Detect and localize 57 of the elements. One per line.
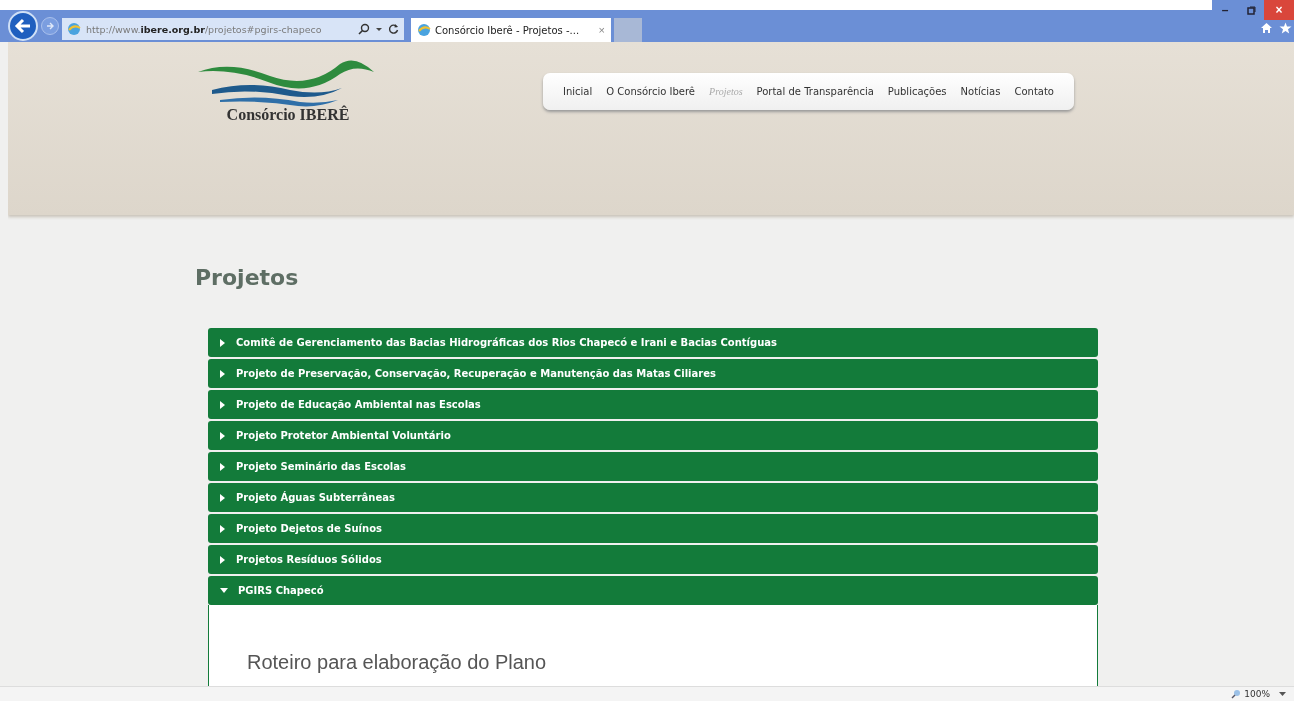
accordion-header[interactable]: Projeto de Educação Ambiental nas Escolas [208, 390, 1098, 419]
search-icon[interactable] [358, 23, 370, 35]
caret-right-icon [220, 431, 226, 440]
accordion-header[interactable]: Projeto Seminário das Escolas [208, 452, 1098, 481]
home-icon[interactable] [1260, 22, 1273, 34]
address-bar[interactable]: http://www.ibere.org.br/projetos#pgirs-chapeco [62, 18, 404, 40]
accordion-header[interactable]: Comitê de Gerenciamento das Bacias Hidrográficas dos Rios Chapecó e Irani e Bacias Contíguas [208, 328, 1098, 357]
tab-title: Consórcio Iberê - Projetos -... [435, 24, 581, 36]
restore-icon [1246, 5, 1256, 15]
accordion-title: PGIRS Chapecó [238, 585, 324, 596]
nav-link[interactable]: Notícias [960, 86, 1001, 97]
back-button[interactable] [8, 11, 38, 41]
browser-tab[interactable]: Consórcio Iberê - Projetos -... × [411, 18, 611, 42]
accordion-title: Projeto de Educação Ambiental nas Escolas [236, 399, 481, 410]
globe-icon [67, 22, 81, 36]
refresh-icon[interactable] [388, 23, 399, 35]
accordion-title: Comitê de Gerenciamento das Bacias Hidrográficas dos Rios Chapecó e Irani e Bacias Contíguas [236, 337, 777, 348]
accordion-title: Projeto Águas Subterrâneas [236, 492, 395, 503]
accordion-title: Projeto Dejetos de Suínos [236, 523, 382, 534]
arrow-left-icon [14, 18, 32, 34]
tab-close-button[interactable]: × [598, 24, 605, 36]
star-icon[interactable] [1279, 22, 1292, 34]
arrow-right-icon [45, 21, 55, 31]
accordion-title: Projetos Resíduos Sólidos [236, 554, 382, 565]
caret-right-icon [220, 400, 226, 409]
nav-link[interactable]: Inicial [563, 86, 593, 97]
nav-link[interactable]: O Consórcio Iberê [606, 86, 696, 97]
globe-icon [417, 23, 431, 37]
page-title: Projetos [195, 265, 300, 290]
zoom-level[interactable]: 100% [1244, 689, 1270, 699]
logo-text: Consórcio IBERÊ [226, 106, 350, 124]
accordion-title: Projeto de Preservação, Conservação, Recuperação e Manutenção das Matas Ciliares [236, 368, 716, 379]
caret-down-icon [220, 587, 228, 594]
url-text: http://www.ibere.org.br/projetos#pgirs-chapeco [86, 23, 323, 35]
accordion-header[interactable]: Projeto Protetor Ambiental Voluntário [208, 421, 1098, 450]
dropdown-icon[interactable] [1279, 691, 1286, 697]
accordion-header[interactable]: Projeto de Preservação, Conservação, Recuperação e Manutenção das Matas Ciliares [208, 359, 1098, 388]
caret-right-icon [220, 462, 226, 471]
section-heading: Roteiro para elaboração do Plano [247, 651, 548, 674]
accordion-header[interactable]: Projeto Águas Subterrâneas [208, 483, 1098, 512]
accordion-title: Projeto Protetor Ambiental Voluntário [236, 430, 451, 441]
nav-link[interactable]: Contato [1014, 86, 1054, 97]
caret-right-icon [220, 369, 226, 378]
accordion-header[interactable]: PGIRS Chapecó [208, 576, 1098, 605]
nav-link[interactable]: Publicações [887, 86, 947, 97]
close-button[interactable]: × [1264, 0, 1294, 20]
accordion-header[interactable]: Projeto Dejetos de Suínos [208, 514, 1098, 543]
forward-button[interactable] [41, 17, 59, 35]
caret-right-icon [220, 524, 226, 533]
nav-link[interactable]: Portal de Transparência [756, 86, 874, 97]
caret-right-icon [220, 493, 226, 502]
accordion-title: Projeto Seminário das Escolas [236, 461, 406, 472]
caret-right-icon [220, 555, 226, 564]
caret-right-icon [220, 338, 226, 347]
minimize-button[interactable]: – [1212, 0, 1238, 20]
accordion-header[interactable]: Projetos Resíduos Sólidos [208, 545, 1098, 574]
zoom-icon [1231, 689, 1242, 699]
